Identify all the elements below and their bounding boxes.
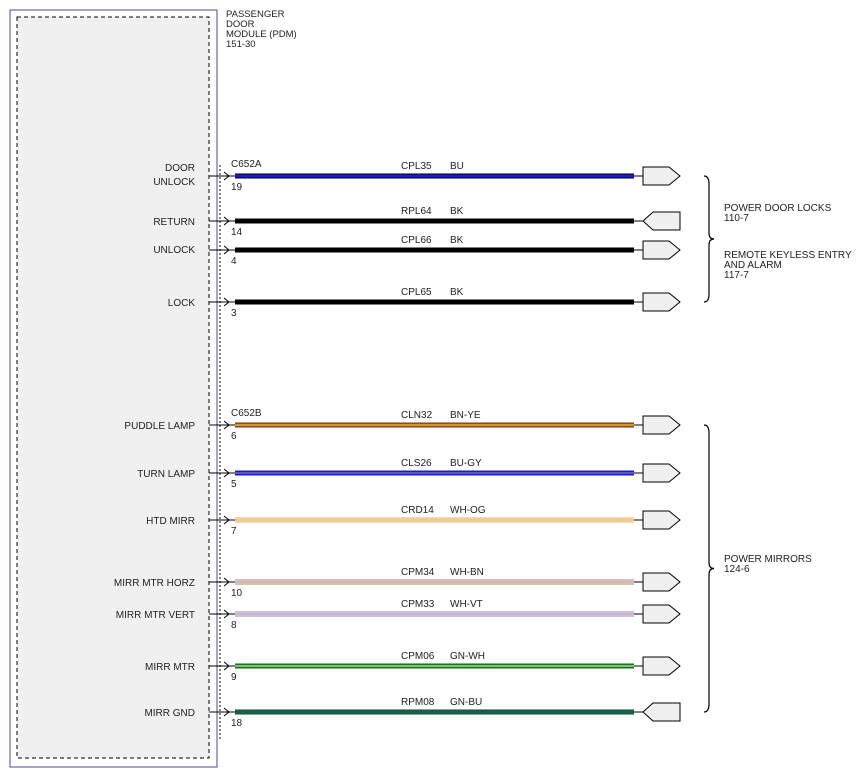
pin-function-label: UNLOCK xyxy=(153,245,195,256)
wire-cpl65[interactable]: LOCK 3 CPL65 BK xyxy=(168,287,681,319)
circuit-id: RPL64 xyxy=(401,206,432,217)
connector-arrow-right-icon xyxy=(642,292,681,312)
wire-rpm08[interactable]: MIRR GND 18 RPM08 GN-BU xyxy=(144,697,681,729)
wire-color-code: BK xyxy=(450,206,464,217)
circuit-id: CPM34 xyxy=(401,567,435,578)
wire-cls26[interactable]: TURN LAMP 5 CLS26 BU-GY xyxy=(137,458,681,490)
pin-function-label: MIRR MTR VERT xyxy=(116,610,195,621)
pin-function-label: RETURN xyxy=(153,217,195,228)
circuit-id: CLS26 xyxy=(401,458,432,469)
connector-arrow-right-icon xyxy=(642,166,681,186)
pin-function-label: UNLOCK xyxy=(153,177,195,188)
connector-arrow-left-icon xyxy=(642,211,681,231)
pin-number: 5 xyxy=(231,479,237,490)
brace-icon xyxy=(703,175,715,303)
connector-arrow-right-icon xyxy=(642,604,681,624)
wire-color-code: BK xyxy=(450,235,464,246)
connector-arrow-left-icon xyxy=(642,702,681,722)
pin-number: 10 xyxy=(231,588,243,599)
pin-number: 3 xyxy=(231,308,237,319)
pin-function-label: MIRR MTR xyxy=(145,662,195,673)
destination-label[interactable]: REMOTE KEYLESS ENTRYAND ALARM117-7 xyxy=(724,250,852,281)
module-title-line: 151-30 xyxy=(226,39,256,50)
connector-arrow-right-icon xyxy=(642,415,681,435)
connector-arrow-right-icon xyxy=(642,572,681,592)
pin-number: 8 xyxy=(231,620,237,631)
brace-icon xyxy=(703,424,715,713)
wire-rpl64[interactable]: RETURN 14 RPL64 BK xyxy=(153,206,681,238)
connector-arrow-right-icon xyxy=(642,240,681,260)
wire-color-code: WH-BN xyxy=(450,567,484,578)
pin-function-label: MIRR GND xyxy=(144,708,195,719)
pin-function-label: DOOR xyxy=(165,163,195,174)
wire-crd14[interactable]: HTD MIRR 7 CRD14 WH-OG xyxy=(146,505,681,537)
destination-label-line: 110-7 xyxy=(724,213,749,224)
circuit-id: CLN32 xyxy=(401,410,433,421)
wire-color-code: BN-YE xyxy=(450,410,481,421)
wire-color-code: BU-GY xyxy=(450,458,482,469)
connector-arrow-right-icon xyxy=(642,656,681,676)
destination-label-line: 124-6 xyxy=(724,564,750,575)
wire-color-code: GN-BU xyxy=(450,697,482,708)
module-body xyxy=(16,16,210,759)
wire-color-code: WH-OG xyxy=(450,505,486,516)
pin-number: 18 xyxy=(231,718,243,729)
destination-label[interactable]: POWER DOOR LOCKS110-7 xyxy=(724,203,832,224)
connector-labels: C652A C652B xyxy=(231,159,262,419)
pin-number: 7 xyxy=(231,526,237,537)
passenger-door-module[interactable] xyxy=(9,9,221,768)
pin-function-label: TURN LAMP xyxy=(137,469,195,480)
circuit-id: CRD14 xyxy=(401,505,434,516)
pin-function-label: LOCK xyxy=(168,298,196,309)
pin-number: 19 xyxy=(231,182,243,193)
wiring-diagram: PASSENGERDOORMODULE (PDM)151-30 C652AC65… xyxy=(9,9,852,768)
wire-cpm06[interactable]: MIRR MTR 9 CPM06 GN-WH xyxy=(145,651,681,683)
wire-color-code: GN-WH xyxy=(450,651,485,662)
pin-function-label: PUDDLE LAMP xyxy=(124,421,195,432)
connector-id: C652B xyxy=(231,408,262,419)
wire-color-code: BK xyxy=(450,287,464,298)
pin-number: 9 xyxy=(231,672,237,683)
connector-id: C652A xyxy=(231,159,262,170)
wire-cpl66[interactable]: UNLOCK 4 CPL66 BK xyxy=(153,235,681,267)
circuit-id: CPM06 xyxy=(401,651,435,662)
circuit-id: CPL65 xyxy=(401,287,432,298)
module-title: PASSENGERDOORMODULE (PDM)151-30 xyxy=(226,9,297,50)
destination-label-line: 117-7 xyxy=(724,270,749,281)
pin-number: 14 xyxy=(231,227,243,238)
pin-function-label: MIRR MTR HORZ xyxy=(114,578,195,589)
wire-color-code: BU xyxy=(450,161,464,172)
circuit-id: CPL66 xyxy=(401,235,432,246)
circuit-id: CPM33 xyxy=(401,599,435,610)
wire-color-code: WH-VT xyxy=(450,599,483,610)
pin-number: 4 xyxy=(231,256,237,267)
circuit-id: CPL35 xyxy=(401,161,432,172)
destinations: POWER DOOR LOCKS110-7 REMOTE KEYLESS ENTR… xyxy=(703,175,852,713)
connector-arrow-right-icon xyxy=(642,463,681,483)
destination-label[interactable]: POWER MIRRORS124-6 xyxy=(724,554,812,575)
pin-number: 6 xyxy=(231,431,237,442)
pin-function-label: HTD MIRR xyxy=(146,516,195,527)
connector-arrow-right-icon xyxy=(642,510,681,530)
circuit-id: RPM08 xyxy=(401,697,435,708)
